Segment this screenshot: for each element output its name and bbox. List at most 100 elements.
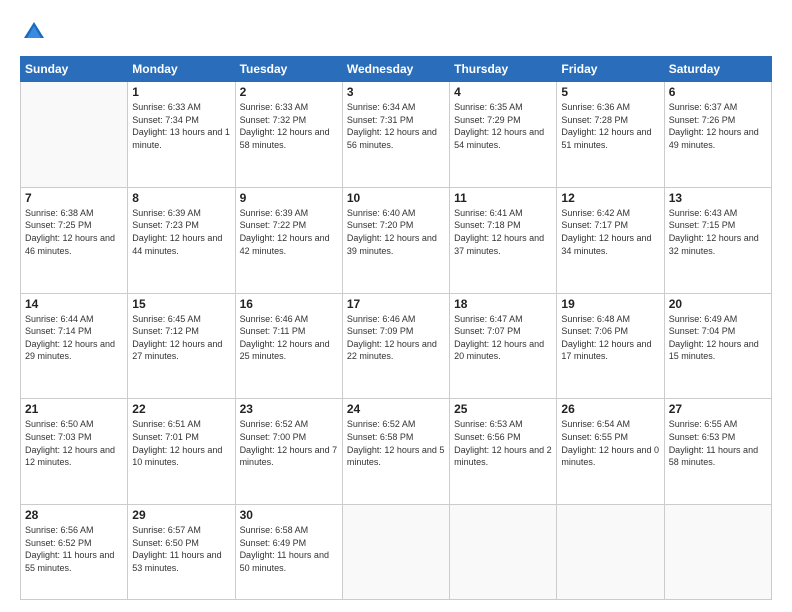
calendar-cell: 5Sunrise: 6:36 AMSunset: 7:28 PMDaylight…: [557, 82, 664, 188]
day-info: Sunrise: 6:52 AMSunset: 6:58 PMDaylight:…: [347, 418, 445, 468]
day-number: 30: [240, 508, 338, 522]
day-info: Sunrise: 6:39 AMSunset: 7:23 PMDaylight:…: [132, 207, 230, 257]
calendar-cell: 30 Sunrise: 6:58 AMSunset: 6:49 PMDayligh…: [235, 505, 342, 600]
weekday-header-row: SundayMondayTuesdayWednesdayThursdayFrid…: [21, 57, 772, 82]
day-info: Sunrise: 6:57 AMSunset: 6:50 PMDaylight:…: [132, 524, 230, 574]
day-info: Sunrise: 6:53 AMSunset: 6:56 PMDaylight:…: [454, 418, 552, 468]
day-number: 13: [669, 191, 767, 205]
calendar-cell: 21 Sunrise: 6:50 AMSunset: 7:03 PMDayligh…: [21, 399, 128, 505]
calendar-cell: 12 Sunrise: 6:42 AMSunset: 7:17 PMDayligh…: [557, 187, 664, 293]
day-info: Sunrise: 6:37 AMSunset: 7:26 PMDaylight:…: [669, 101, 767, 151]
day-info: Sunrise: 6:46 AMSunset: 7:09 PMDaylight:…: [347, 313, 445, 363]
day-info: Sunrise: 6:36 AMSunset: 7:28 PMDaylight:…: [561, 101, 659, 151]
day-number: 20: [669, 297, 767, 311]
day-info: Sunrise: 6:38 AMSunset: 7:25 PMDaylight:…: [25, 207, 123, 257]
page: SundayMondayTuesdayWednesdayThursdayFrid…: [0, 0, 792, 612]
day-number: 24: [347, 402, 445, 416]
day-info: Sunrise: 6:33 AMSunset: 7:32 PMDaylight:…: [240, 101, 338, 151]
week-row-1: 1 Sunrise: 6:33 AMSunset: 7:34 PMDaylight…: [21, 82, 772, 188]
day-info: Sunrise: 6:41 AMSunset: 7:18 PMDaylight:…: [454, 207, 552, 257]
weekday-header-wednesday: Wednesday: [342, 57, 449, 82]
day-number: 26: [561, 402, 659, 416]
header: [20, 18, 772, 46]
week-row-2: 7 Sunrise: 6:38 AMSunset: 7:25 PMDaylight…: [21, 187, 772, 293]
day-number: 8: [132, 191, 230, 205]
weekday-header-saturday: Saturday: [664, 57, 771, 82]
calendar-cell: 18 Sunrise: 6:47 AMSunset: 7:07 PMDayligh…: [450, 293, 557, 399]
calendar-cell: [21, 82, 128, 188]
day-info: Sunrise: 6:45 AMSunset: 7:12 PMDaylight:…: [132, 313, 230, 363]
day-number: 17: [347, 297, 445, 311]
day-number: 6: [669, 85, 767, 99]
logo: [20, 18, 52, 46]
calendar-cell: 16 Sunrise: 6:46 AMSunset: 7:11 PMDayligh…: [235, 293, 342, 399]
day-number: 25: [454, 402, 552, 416]
logo-icon: [20, 18, 48, 46]
week-row-5: 28 Sunrise: 6:56 AMSunset: 6:52 PMDayligh…: [21, 505, 772, 600]
calendar-cell: 29 Sunrise: 6:57 AMSunset: 6:50 PMDayligh…: [128, 505, 235, 600]
calendar-cell: 2Sunrise: 6:33 AMSunset: 7:32 PMDaylight…: [235, 82, 342, 188]
day-info: Sunrise: 6:46 AMSunset: 7:11 PMDaylight:…: [240, 313, 338, 363]
week-row-4: 21 Sunrise: 6:50 AMSunset: 7:03 PMDayligh…: [21, 399, 772, 505]
day-info: Sunrise: 6:51 AMSunset: 7:01 PMDaylight:…: [132, 418, 230, 468]
day-info: Sunrise: 6:52 AMSunset: 7:00 PMDaylight:…: [240, 418, 338, 468]
calendar-table: SundayMondayTuesdayWednesdayThursdayFrid…: [20, 56, 772, 600]
day-number: 10: [347, 191, 445, 205]
day-number: 11: [454, 191, 552, 205]
day-info: Sunrise: 6:34 AMSunset: 7:31 PMDaylight:…: [347, 101, 445, 151]
day-number: 23: [240, 402, 338, 416]
calendar-cell: 27 Sunrise: 6:55 AMSunset: 6:53 PMDayligh…: [664, 399, 771, 505]
calendar-cell: 9Sunrise: 6:39 AMSunset: 7:22 PMDaylight…: [235, 187, 342, 293]
day-number: 27: [669, 402, 767, 416]
day-info: Sunrise: 6:55 AMSunset: 6:53 PMDaylight:…: [669, 418, 767, 468]
day-number: 1: [132, 85, 230, 99]
day-number: 21: [25, 402, 123, 416]
day-info: Sunrise: 6:40 AMSunset: 7:20 PMDaylight:…: [347, 207, 445, 257]
week-row-3: 14 Sunrise: 6:44 AMSunset: 7:14 PMDayligh…: [21, 293, 772, 399]
calendar-cell: 1 Sunrise: 6:33 AMSunset: 7:34 PMDaylight…: [128, 82, 235, 188]
weekday-header-friday: Friday: [557, 57, 664, 82]
day-number: 18: [454, 297, 552, 311]
day-info: Sunrise: 6:50 AMSunset: 7:03 PMDaylight:…: [25, 418, 123, 468]
day-info: Sunrise: 6:56 AMSunset: 6:52 PMDaylight:…: [25, 524, 123, 574]
weekday-header-monday: Monday: [128, 57, 235, 82]
calendar-cell: 26 Sunrise: 6:54 AMSunset: 6:55 PMDayligh…: [557, 399, 664, 505]
calendar-cell: 25 Sunrise: 6:53 AMSunset: 6:56 PMDayligh…: [450, 399, 557, 505]
weekday-header-thursday: Thursday: [450, 57, 557, 82]
calendar-cell: 22Sunrise: 6:51 AMSunset: 7:01 PMDayligh…: [128, 399, 235, 505]
calendar-cell: 13Sunrise: 6:43 AMSunset: 7:15 PMDayligh…: [664, 187, 771, 293]
day-number: 16: [240, 297, 338, 311]
day-info: Sunrise: 6:47 AMSunset: 7:07 PMDaylight:…: [454, 313, 552, 363]
day-number: 4: [454, 85, 552, 99]
calendar-cell: 20Sunrise: 6:49 AMSunset: 7:04 PMDayligh…: [664, 293, 771, 399]
calendar-cell: 17 Sunrise: 6:46 AMSunset: 7:09 PMDayligh…: [342, 293, 449, 399]
day-number: 29: [132, 508, 230, 522]
calendar-cell: 4Sunrise: 6:35 AMSunset: 7:29 PMDaylight…: [450, 82, 557, 188]
calendar-cell: 15 Sunrise: 6:45 AMSunset: 7:12 PMDayligh…: [128, 293, 235, 399]
calendar-cell: 3 Sunrise: 6:34 AMSunset: 7:31 PMDaylight…: [342, 82, 449, 188]
day-info: Sunrise: 6:58 AMSunset: 6:49 PMDaylight:…: [240, 524, 338, 574]
calendar-cell: 14 Sunrise: 6:44 AMSunset: 7:14 PMDayligh…: [21, 293, 128, 399]
day-info: Sunrise: 6:44 AMSunset: 7:14 PMDaylight:…: [25, 313, 123, 363]
day-info: Sunrise: 6:42 AMSunset: 7:17 PMDaylight:…: [561, 207, 659, 257]
calendar-cell: [342, 505, 449, 600]
day-info: Sunrise: 6:54 AMSunset: 6:55 PMDaylight:…: [561, 418, 659, 468]
day-number: 15: [132, 297, 230, 311]
calendar-cell: 24 Sunrise: 6:52 AMSunset: 6:58 PMDayligh…: [342, 399, 449, 505]
day-number: 14: [25, 297, 123, 311]
day-number: 3: [347, 85, 445, 99]
day-number: 19: [561, 297, 659, 311]
calendar-cell: [450, 505, 557, 600]
calendar-cell: 10 Sunrise: 6:40 AMSunset: 7:20 PMDayligh…: [342, 187, 449, 293]
calendar-cell: 6 Sunrise: 6:37 AMSunset: 7:26 PMDaylight…: [664, 82, 771, 188]
calendar-cell: [557, 505, 664, 600]
day-info: Sunrise: 6:33 AMSunset: 7:34 PMDaylight:…: [132, 101, 230, 151]
day-number: 7: [25, 191, 123, 205]
weekday-header-sunday: Sunday: [21, 57, 128, 82]
calendar-cell: 28 Sunrise: 6:56 AMSunset: 6:52 PMDayligh…: [21, 505, 128, 600]
calendar-cell: 23 Sunrise: 6:52 AMSunset: 7:00 PMDayligh…: [235, 399, 342, 505]
day-info: Sunrise: 6:48 AMSunset: 7:06 PMDaylight:…: [561, 313, 659, 363]
weekday-header-tuesday: Tuesday: [235, 57, 342, 82]
day-number: 28: [25, 508, 123, 522]
day-number: 12: [561, 191, 659, 205]
